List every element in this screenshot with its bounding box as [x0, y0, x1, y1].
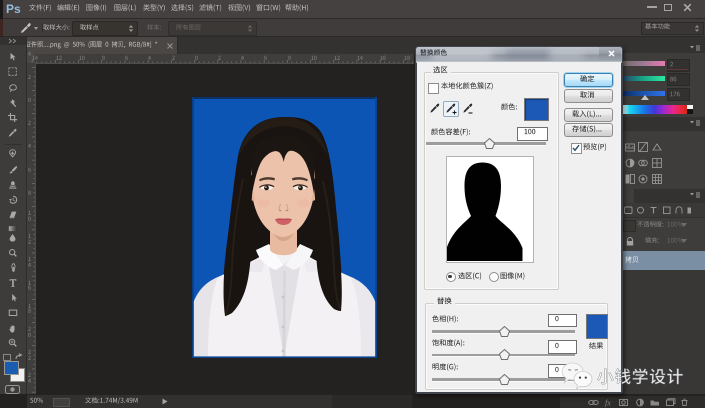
svg-text:fx: fx: [605, 399, 611, 408]
